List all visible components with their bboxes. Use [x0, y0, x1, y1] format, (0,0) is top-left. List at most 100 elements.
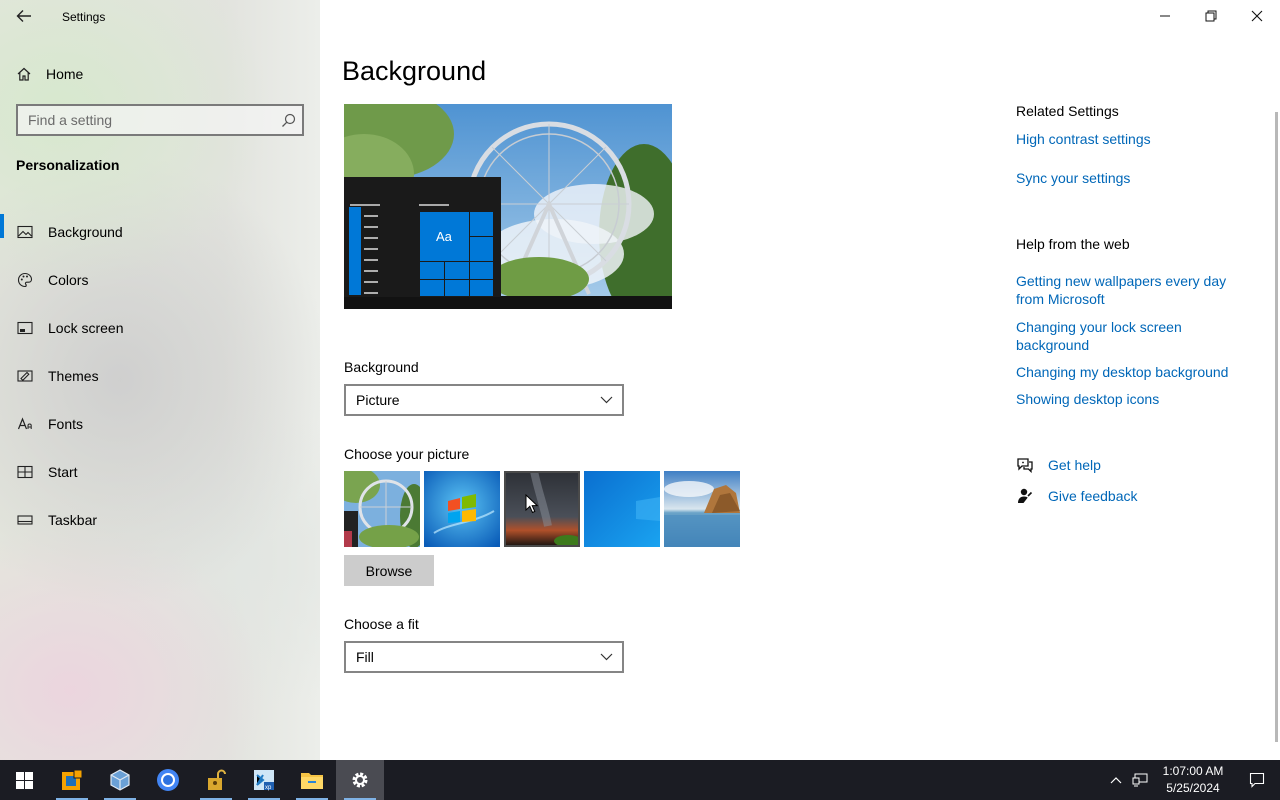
- sidebar-item-themes[interactable]: Themes: [0, 352, 320, 400]
- network-icon: [1132, 773, 1148, 787]
- picture-icon: [17, 224, 33, 240]
- sidebar-item-label: Colors: [48, 272, 89, 288]
- notification-icon: [1249, 772, 1265, 788]
- window-title: Settings: [62, 10, 106, 24]
- navigation-pane: Settings Home Find a setting Personaliza…: [0, 0, 320, 760]
- lock-screen-icon: [17, 320, 33, 336]
- restore-icon: [1205, 10, 1217, 22]
- taskbar-app-file-explorer[interactable]: [288, 760, 336, 800]
- search-icon[interactable]: [274, 106, 302, 134]
- sync-settings-link[interactable]: Sync your settings: [1016, 169, 1246, 187]
- section-title: Personalization: [16, 157, 120, 173]
- virtualbox-cube-icon: [110, 769, 130, 791]
- start-button[interactable]: [0, 760, 48, 800]
- taskbar-app-settings[interactable]: [336, 760, 384, 800]
- background-type-value: Picture: [356, 392, 400, 408]
- virtualbox-manager-icon: [62, 769, 83, 790]
- sidebar-item-start[interactable]: Start: [0, 448, 320, 496]
- page-title: Background: [342, 56, 487, 86]
- home-label: Home: [46, 66, 84, 82]
- taskbar-app-windows-xp[interactable]: xp: [240, 760, 288, 800]
- action-center-button[interactable]: [1234, 760, 1280, 800]
- ferris-wheel-thumb[interactable]: [344, 471, 420, 547]
- chrome-icon: [157, 769, 179, 791]
- settings-gear-icon: [352, 772, 368, 788]
- beach-rocks-thumb[interactable]: [664, 471, 740, 547]
- chevron-down-icon: [590, 643, 622, 671]
- background-type-dropdown[interactable]: Picture: [344, 384, 624, 416]
- search-input[interactable]: Find a setting: [16, 104, 304, 136]
- back-button[interactable]: [10, 4, 38, 28]
- svg-text:xp: xp: [265, 785, 272, 791]
- taskbar-app-virtualbox-manager[interactable]: [48, 760, 96, 800]
- sidebar-item-taskbar[interactable]: Taskbar: [0, 496, 320, 544]
- scrollbar[interactable]: [1275, 112, 1278, 742]
- choose-fit-dropdown[interactable]: Fill: [344, 641, 624, 673]
- sidebar-item-label: Lock screen: [48, 320, 124, 336]
- give-feedback-row[interactable]: Give feedback: [1016, 487, 1138, 505]
- personalization-nav: Background Colors Lock screen Themes Fon…: [0, 208, 320, 544]
- preview-tile-text: Aa: [436, 229, 453, 244]
- taskbar: xp 1:07:00 AM 5/25/2024: [0, 760, 1280, 800]
- sidebar-item-background[interactable]: Background: [0, 208, 320, 256]
- system-tray: 1:07:00 AM 5/25/2024: [1104, 760, 1280, 800]
- palette-icon: [17, 272, 33, 288]
- fonts-icon: [17, 416, 33, 432]
- unlock-tool-icon: [208, 769, 226, 790]
- clock[interactable]: 1:07:00 AM 5/25/2024: [1158, 763, 1228, 797]
- file-explorer-icon: [301, 773, 323, 789]
- give-feedback-link[interactable]: Give feedback: [1048, 488, 1138, 504]
- desktop-background-link[interactable]: Changing my desktop background: [1016, 363, 1246, 381]
- sidebar-item-label: Fonts: [48, 416, 84, 432]
- lock-screen-background-link[interactable]: Changing your lock screen background: [1016, 318, 1246, 354]
- choose-fit-value: Fill: [356, 649, 374, 665]
- sidebar-item-label: Themes: [48, 368, 99, 384]
- night-sky-thumb[interactable]: [504, 471, 580, 547]
- choose-picture-label: Choose your picture: [344, 446, 470, 462]
- high-contrast-link[interactable]: High contrast settings: [1016, 130, 1246, 148]
- new-wallpapers-link[interactable]: Getting new wallpapers every day from Mi…: [1016, 272, 1246, 308]
- taskbar-app-chrome[interactable]: [144, 760, 192, 800]
- related-settings-heading: Related Settings: [1016, 103, 1119, 119]
- close-button[interactable]: [1234, 0, 1280, 32]
- picture-gallery: [344, 471, 744, 547]
- sidebar-item-label: Background: [48, 224, 123, 240]
- taskbar-app-unlock-tool[interactable]: [192, 760, 240, 800]
- desktop-icons-link[interactable]: Showing desktop icons: [1016, 390, 1246, 408]
- windows-7-logo-thumb[interactable]: [424, 471, 500, 547]
- get-help-link[interactable]: Get help: [1048, 457, 1101, 473]
- sidebar-item-lock-screen[interactable]: Lock screen: [0, 304, 320, 352]
- background-type-label: Background: [344, 359, 419, 375]
- get-help-row[interactable]: Get help: [1016, 456, 1101, 474]
- taskbar-icon: [17, 512, 33, 528]
- taskbar-app-virtualbox[interactable]: [96, 760, 144, 800]
- clock-time: 1:07:00 AM: [1162, 764, 1224, 778]
- windows-start-icon: [15, 771, 33, 789]
- back-arrow-icon: [16, 10, 31, 22]
- chevron-up-icon: [1110, 777, 1122, 784]
- start-icon: [17, 464, 33, 480]
- feedback-icon: [1016, 487, 1034, 505]
- choose-fit-label: Choose a fit: [344, 616, 419, 632]
- chevron-down-icon: [590, 386, 622, 414]
- themes-icon: [17, 368, 33, 384]
- sidebar-item-colors[interactable]: Colors: [0, 256, 320, 304]
- clock-date: 5/25/2024: [1166, 781, 1220, 795]
- sidebar-item-fonts[interactable]: Fonts: [0, 400, 320, 448]
- window-controls: [1142, 0, 1280, 32]
- show-hidden-icons-button[interactable]: [1104, 760, 1128, 800]
- sidebar-item-label: Start: [48, 464, 78, 480]
- restore-button[interactable]: [1188, 0, 1234, 32]
- close-icon: [1251, 10, 1263, 22]
- windows-10-blue-thumb[interactable]: [584, 471, 660, 547]
- help-from-web-heading: Help from the web: [1016, 236, 1130, 252]
- home-nav-item[interactable]: Home: [16, 60, 306, 88]
- network-button[interactable]: [1128, 760, 1152, 800]
- mouse-cursor-icon: [525, 494, 539, 514]
- home-icon: [17, 67, 31, 81]
- sidebar-item-label: Taskbar: [48, 512, 98, 528]
- minimize-button[interactable]: [1142, 0, 1188, 32]
- desktop-preview: Aa: [344, 104, 672, 309]
- browse-button[interactable]: Browse: [344, 555, 434, 586]
- get-help-icon: [1016, 456, 1034, 474]
